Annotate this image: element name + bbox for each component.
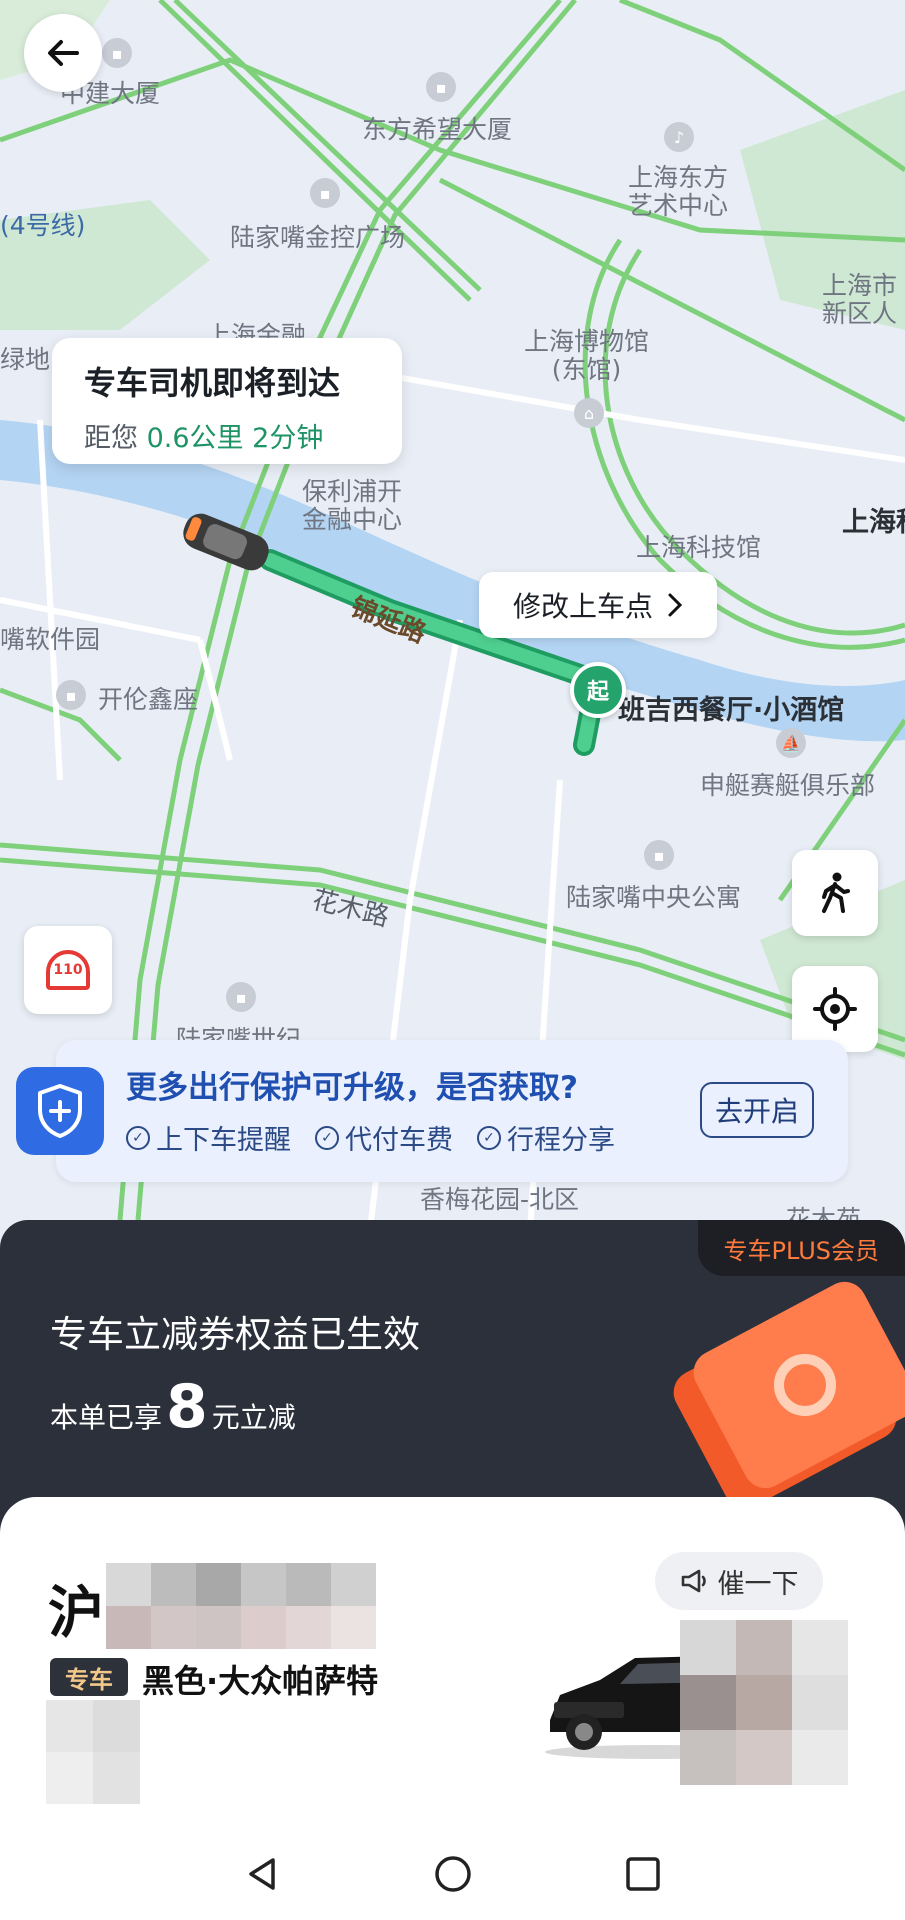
- arrow-left-icon: [48, 40, 79, 66]
- poi-building-icon: ▪: [102, 38, 132, 68]
- arrival-time: 2分钟: [252, 423, 324, 454]
- map-label-kailun: 开伦鑫座: [98, 685, 199, 714]
- map-label-art-center: 上海东方 艺术中心: [628, 163, 729, 220]
- protection-item-label: 代付车费: [345, 1125, 453, 1156]
- license-plate-prefix: 沪: [48, 1581, 104, 1646]
- coupon-sub-suffix: 元立减: [211, 1401, 296, 1434]
- nav-home-icon[interactable]: [433, 1854, 473, 1894]
- arrival-prefix: 距您: [84, 423, 138, 454]
- map-label-yacht: 申艇赛艇俱乐部: [700, 771, 876, 800]
- poi-building-icon: ▪: [56, 680, 86, 710]
- driver-arrival-card: 专车司机即将到达 距您 0.6公里 2分钟: [52, 338, 402, 464]
- map-label-baoli: 保利浦开 金融中心: [302, 477, 403, 534]
- urge-label: 催一下: [717, 1568, 799, 1600]
- protection-items: ✓ 上下车提醒 ✓ 代付车费 ✓ 行程分享: [126, 1118, 615, 1157]
- map-label-dongfang: 东方希望大厦: [362, 115, 513, 144]
- chevron-right-icon: [668, 593, 683, 617]
- check-circle-icon: ✓: [477, 1125, 501, 1150]
- plus-member-badge: 专车PLUS会员: [697, 1220, 905, 1276]
- map-label-shangheke: 上海科: [842, 507, 905, 538]
- modify-pickup-button[interactable]: 修改上车点: [479, 572, 717, 638]
- coupon-sub-prefix: 本单已享: [50, 1401, 163, 1434]
- arrival-distance: 0.6公里: [146, 423, 244, 454]
- check-circle-icon: ✓: [126, 1125, 150, 1150]
- protection-item: ✓ 上下车提醒: [126, 1118, 291, 1157]
- map-label-kejiguan: 上海科技馆: [636, 533, 762, 562]
- protection-item: ✓ 行程分享: [477, 1118, 615, 1157]
- system-navigation-bar: [0, 1827, 905, 1920]
- modify-pickup-label: 修改上车点: [512, 590, 653, 623]
- map-label-jinkong: 陆家嘴金控广场: [230, 223, 406, 252]
- map-label-ruanjianyuan: 嘴软件园: [0, 625, 101, 654]
- map-label-restaurant: 班吉西餐厅·小酒馆: [618, 695, 845, 726]
- protection-item: ✓ 代付车费: [315, 1118, 453, 1157]
- car-model: 黑色·大众帕萨特: [142, 1662, 379, 1700]
- megaphone-icon: [681, 1569, 706, 1593]
- walking-person-icon: [822, 872, 850, 913]
- nav-back-icon[interactable]: [243, 1854, 283, 1894]
- poi-music-icon: ♪: [664, 122, 694, 152]
- protection-item-label: 上下车提醒: [156, 1125, 291, 1156]
- protection-item-label: 行程分享: [507, 1125, 615, 1156]
- crosshair-icon: [813, 987, 857, 1031]
- map-label-apartment: 陆家嘴中央公寓: [566, 883, 742, 912]
- check-circle-icon: ✓: [315, 1125, 339, 1150]
- arrival-info: 距您 0.6公里 2分钟: [84, 416, 370, 455]
- walk-navigation-button[interactable]: [792, 850, 878, 936]
- enable-protection-button[interactable]: 去开启: [700, 1082, 814, 1138]
- map-label-xinqu: 上海市 新区人: [822, 271, 898, 328]
- license-plate-mosaic: [106, 1563, 376, 1649]
- urge-driver-button[interactable]: 催一下: [655, 1552, 823, 1610]
- poi-boat-icon: ⛵: [776, 728, 806, 758]
- arrival-title: 专车司机即将到达: [84, 364, 341, 402]
- coupon-amount: 8: [166, 1372, 208, 1442]
- map-label-xiangmei: 香梅花园-北区: [420, 1185, 580, 1214]
- map-label-line4: (4号线): [0, 211, 86, 240]
- pickup-marker[interactable]: 起: [570, 662, 626, 718]
- protection-title: 更多出行保护可升级，是否获取?: [126, 1070, 578, 1106]
- poi-building-icon: ▪: [310, 178, 340, 208]
- poi-building-icon: ▪: [644, 840, 674, 870]
- driver-name-mosaic: [46, 1700, 140, 1804]
- protection-upgrade-banner[interactable]: 更多出行保护可升级，是否获取? ✓ 上下车提醒 ✓ 代付车费 ✓ 行程分享 去开启: [56, 1040, 848, 1182]
- map-label-museum: 上海博物馆 (东馆): [524, 327, 650, 384]
- driver-photo-mosaic: [680, 1620, 848, 1785]
- poi-building-icon: ▪: [226, 982, 256, 1012]
- coupon-subtitle: 本单已享 8 元立减: [50, 1372, 296, 1442]
- coupon-title: 专车立减券权益已生效: [50, 1313, 420, 1356]
- map-label-lvdi: 绿地: [0, 345, 51, 374]
- poi-museum-icon: ⌂: [574, 398, 604, 428]
- shield-icon: [16, 1067, 104, 1155]
- emergency-110-button[interactable]: 110: [24, 926, 112, 1014]
- car-type-tag: 专车: [50, 1658, 128, 1696]
- poi-building-icon: ▪: [426, 72, 456, 102]
- nav-recents-icon[interactable]: [623, 1854, 663, 1894]
- back-button[interactable]: [24, 14, 102, 92]
- alarm-110-icon: 110: [46, 950, 90, 990]
